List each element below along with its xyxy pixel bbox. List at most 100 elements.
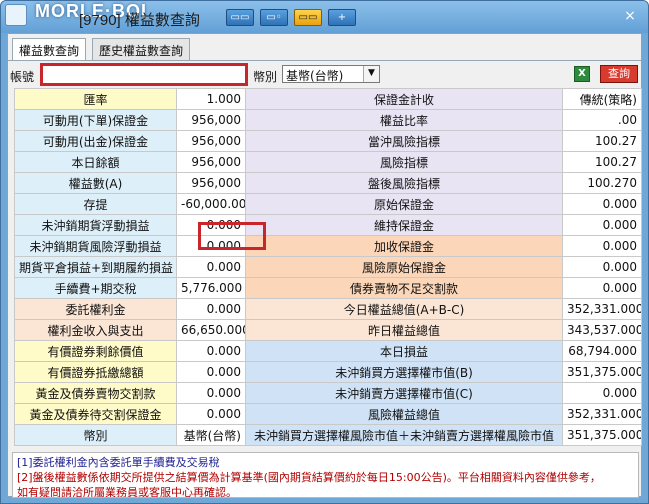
field-value: 956,000 [176, 172, 246, 194]
field-value: 0.000 [176, 256, 246, 278]
field-label: 風險原始保證金 [245, 256, 563, 278]
field-label: 權益比率 [245, 109, 563, 131]
app-logo-icon [5, 4, 27, 26]
note-line: [2]盤後權益數係依期交所提供之結算價為計算基準(國內期貨結算價約於每日15:0… [17, 471, 601, 484]
field-value: 352,331.000 [562, 298, 642, 320]
field-label: 黃金及債券待交割保證金 [14, 403, 177, 425]
table-row: 匯率 1.000 保證金計收 傳統(策略) [14, 88, 642, 110]
app-window: MORLE·BOI [9790] 權益數查詢 ▭▭ ▭◦ ▭▭ + × 權益數查… [0, 0, 649, 504]
query-button[interactable]: 查詢 [600, 65, 638, 83]
tab-equity-query[interactable]: 權益數查詢 [12, 38, 87, 61]
tab-divider [8, 60, 641, 61]
excel-export-icon[interactable]: X [574, 66, 590, 82]
table-row: 黃金及債券待交割保證金 0.000 風險權益總值 352,331.000 [14, 403, 642, 425]
field-value: 0.000 [562, 214, 642, 236]
field-label: 手續費+期交稅 [14, 277, 177, 299]
field-value: 基幣(台幣) [176, 424, 246, 446]
field-value: 0.000 [562, 235, 642, 257]
field-value: 0.000 [176, 340, 246, 362]
layout-grid-button[interactable]: ▭▭ [226, 9, 254, 26]
table-row: 黃金及債券賣物交割款 0.000 未沖銷賣方選擇權市值(C) 0.000 [14, 382, 642, 404]
chevron-down-icon[interactable]: ▼ [363, 66, 379, 82]
field-label: 匯率 [14, 88, 177, 110]
table-row: 委託權利金 0.000 今日權益總值(A+B-C) 352,331.000 [14, 298, 642, 320]
field-value: -60,000.000 [176, 193, 246, 215]
field-label: 風險權益總值 [245, 403, 563, 425]
table-row: 權利金收入與支出 66,650.000 昨日權益總值 343,537.000 [14, 319, 642, 341]
account-label: 帳號 [10, 70, 35, 84]
field-label: 未沖銷賣方選擇權市值(C) [245, 382, 563, 404]
field-label: 有價證券剩餘價值 [14, 340, 177, 362]
field-value: 0.000 [176, 298, 246, 320]
field-value: 0.000 [176, 235, 246, 257]
field-label: 可動用(出金)保證金 [14, 130, 177, 152]
table-row: 本日餘額 956,000 風險指標 100.27 [14, 151, 642, 173]
field-label: 未沖銷期貨浮動損益 [14, 214, 177, 236]
currency-selected-value: 基幣(台幣) [286, 69, 344, 83]
field-value: 1.000 [176, 88, 246, 110]
field-label: 可動用(下單)保證金 [14, 109, 177, 131]
window-title: [9790] 權益數查詢 [79, 12, 200, 29]
account-input[interactable] [40, 63, 248, 86]
note-line: 如有疑問請洽所屬業務員或客服中心再確認。 [17, 486, 237, 498]
field-value: 956,000 [176, 109, 246, 131]
pin-window-button[interactable]: ▭▭ [294, 9, 322, 26]
add-window-button[interactable]: + [328, 9, 356, 26]
field-label: 風險指標 [245, 151, 563, 173]
field-value: 傳統(策略) [562, 88, 642, 110]
field-label: 今日權益總值(A+B-C) [245, 298, 563, 320]
field-label: 本日餘額 [14, 151, 177, 173]
field-value: 0.000 [176, 403, 246, 425]
field-label: 委託權利金 [14, 298, 177, 320]
field-value: 66,650.000 [176, 319, 246, 341]
field-value: 100.270 [562, 172, 642, 194]
field-value: 352,331.000 [562, 403, 642, 425]
field-value: 0.000 [562, 193, 642, 215]
notes-panel: [1]委託權利金內含委託單手續費及交易稅 [2]盤後權益數係依期交所提供之結算價… [12, 452, 639, 498]
note-line: [1]委託權利金內含委託單手續費及交易稅 [17, 456, 220, 469]
field-label: 原始保證金 [245, 193, 563, 215]
table-row: 有價證券抵繳總額 0.000 未沖銷買方選擇權市值(B) 351,375.000 [14, 361, 642, 383]
field-value: .00 [562, 109, 642, 131]
field-label: 權利金收入與支出 [14, 319, 177, 341]
close-icon[interactable]: × [618, 7, 642, 25]
field-label: 有價證券抵繳總額 [14, 361, 177, 383]
field-value: 0.000 [562, 277, 642, 299]
field-value: 351,375.000 [562, 361, 642, 383]
field-label: 權益數(A) [14, 172, 177, 194]
tab-history-equity-query[interactable]: 歷史權益數查詢 [92, 38, 191, 60]
field-label: 黃金及債券賣物交割款 [14, 382, 177, 404]
currency-select[interactable]: 基幣(台幣) ▼ [282, 65, 380, 83]
field-value: 0.000 [176, 214, 246, 236]
field-label: 加收保證金 [245, 235, 563, 257]
field-value: 100.27 [562, 151, 642, 173]
field-label: 盤後風險指標 [245, 172, 563, 194]
field-value: 956,000 [176, 151, 246, 173]
field-value: 343,537.000 [562, 319, 642, 341]
field-value: 100.27 [562, 130, 642, 152]
main-panel: 權益數查詢 歷史權益數查詢 帳號 幣別 基幣(台幣) ▼ X 查詢 匯率 1.00… [7, 33, 642, 498]
field-label: 未沖銷期貨風險浮動損益 [14, 235, 177, 257]
field-label: 期貨平倉損益+到期履約損益 [14, 256, 177, 278]
field-value: 0.000 [562, 382, 642, 404]
field-label: 保證金計收 [245, 88, 563, 110]
window-mode-button[interactable]: ▭◦ [260, 9, 288, 26]
field-value: 0.000 [562, 256, 642, 278]
field-label: 未沖銷買方選擇權風險市值＋未沖銷賣方選擇權風險市值 [245, 424, 563, 446]
field-value: 956,000 [176, 130, 246, 152]
table-row: 權益數(A) 956,000 盤後風險指標 100.270 [14, 172, 642, 194]
field-label: 昨日權益總值 [245, 319, 563, 341]
field-label: 維持保證金 [245, 214, 563, 236]
table-row: 未沖銷期貨風險浮動損益 0.000 加收保證金 0.000 [14, 235, 642, 257]
table-row: 可動用(下單)保證金 956,000 權益比率 .00 [14, 109, 642, 131]
field-value: 0.000 [176, 382, 246, 404]
field-value: 5,776.000 [176, 277, 246, 299]
title-bar: MORLE·BOI [9790] 權益數查詢 ▭▭ ▭◦ ▭▭ + × [1, 1, 648, 33]
field-label: 存提 [14, 193, 177, 215]
field-label: 當沖風險指標 [245, 130, 563, 152]
field-label: 未沖銷買方選擇權市值(B) [245, 361, 563, 383]
field-label: 債券賣物不足交割款 [245, 277, 563, 299]
currency-label: 幣別 [253, 70, 278, 84]
field-value: 68,794.000 [562, 340, 642, 362]
table-row: 可動用(出金)保證金 956,000 當沖風險指標 100.27 [14, 130, 642, 152]
